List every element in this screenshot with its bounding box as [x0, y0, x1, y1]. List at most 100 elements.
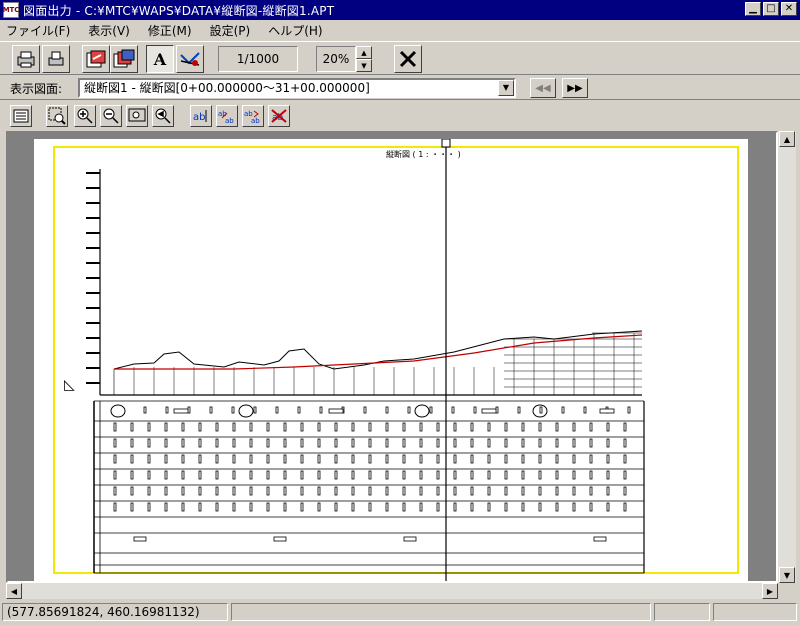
ledger-cell: [209, 406, 213, 414]
ledger-cell: [198, 470, 202, 480]
ledger-cell: [249, 422, 253, 432]
ledger-cell: [249, 438, 253, 448]
text-replace-button[interactable]: ab ab: [242, 105, 264, 127]
zoom-out-icon: [103, 108, 119, 124]
view-select-bar: 表示図面: 縦断図1 - 縦断図[0+00.000000～31+00.00000…: [0, 76, 800, 100]
next-drawing-button[interactable]: ▶▶: [562, 78, 588, 98]
ledger-cell: [504, 486, 508, 496]
vertical-scrollbar[interactable]: ▲ ▼: [778, 131, 796, 583]
close-button[interactable]: ✕: [781, 2, 797, 16]
ledger-cell: [130, 422, 134, 432]
ledger-cell: [453, 486, 457, 496]
scroll-down-icon[interactable]: ▼: [779, 567, 795, 583]
zoom-field[interactable]: 20%: [316, 46, 356, 72]
menu-settings[interactable]: 設定(P): [210, 22, 251, 39]
ledger-cell: [403, 536, 417, 542]
ledger-cell: [147, 502, 151, 512]
zoom-in-icon: [77, 108, 93, 124]
title-bar[interactable]: MTC 図面出力 - C:¥MTC¥WAPS¥DATA¥縦断図-縦断図1.APT…: [0, 0, 800, 20]
ledger-cell: [300, 502, 304, 512]
ledger-cell: [266, 422, 270, 432]
chevron-down-icon[interactable]: ▼: [498, 80, 514, 96]
export-all-button[interactable]: [110, 45, 138, 73]
layer-icon: [180, 52, 200, 66]
ledger-cell: [130, 454, 134, 464]
zoom-fit-button[interactable]: [126, 105, 148, 127]
print-preview-button[interactable]: [42, 45, 70, 73]
ledger-cell: [300, 486, 304, 496]
ledger-cell: [283, 470, 287, 480]
zoom-down-icon[interactable]: ▼: [356, 59, 372, 72]
zoom-fit-icon: [128, 108, 146, 122]
text-edit-button[interactable]: ab: [190, 105, 212, 127]
zoom-stepper[interactable]: ▲ ▼: [356, 46, 372, 72]
print-icon: [17, 51, 35, 68]
ledger-cell: [589, 502, 593, 512]
ledger-cell: [402, 438, 406, 448]
ledger-cell: [317, 422, 321, 432]
cursor-marker-icon[interactable]: [441, 139, 451, 148]
menu-help[interactable]: ヘルプ(H): [268, 22, 322, 39]
drawing-viewport[interactable]: 縦断図 ( 1 : ・・・ ) ◺: [6, 131, 778, 583]
ledger-cell: [504, 502, 508, 512]
ledger-cell: [572, 454, 576, 464]
ledger-cell: [215, 422, 219, 432]
ledger-cell: [606, 438, 610, 448]
ledger-cell: [402, 486, 406, 496]
scroll-up-icon[interactable]: ▲: [779, 131, 795, 147]
view-select[interactable]: 縦断図1 - 縦断図[0+00.000000～31+00.000000] ▼: [78, 78, 516, 98]
ledger-cell: [402, 470, 406, 480]
zoom-prev-button[interactable]: [152, 105, 174, 127]
layer-button[interactable]: [176, 45, 204, 73]
maximize-icon: □: [766, 3, 776, 14]
maximize-button[interactable]: □: [763, 2, 779, 16]
ledger-cell: [521, 438, 525, 448]
layout-button[interactable]: [10, 105, 32, 127]
data-table: [93, 400, 645, 574]
ledger-cell: [147, 454, 151, 464]
drawing-paper: 縦断図 ( 1 : ・・・ ) ◺: [34, 139, 748, 581]
ledger-cell: [266, 486, 270, 496]
text-delete-icon: ab: [271, 109, 287, 123]
print-button[interactable]: [12, 45, 40, 73]
ledger-cell: [555, 502, 559, 512]
ledger-cell: [198, 486, 202, 496]
cancel-button[interactable]: [394, 45, 422, 73]
text-delete-button[interactable]: ab: [268, 105, 290, 127]
zoom-in-button[interactable]: [74, 105, 96, 127]
ledger-cell: [473, 406, 477, 414]
ledger-cell: [521, 486, 525, 496]
ledger-cell: [283, 422, 287, 432]
station-marker: [414, 404, 430, 418]
ledger-cell: [181, 422, 185, 432]
scroll-left-icon[interactable]: ◀: [6, 583, 22, 599]
ledger-cell: [317, 486, 321, 496]
ledger-cell: [113, 422, 117, 432]
horizontal-scrollbar[interactable]: ◀ ▶: [6, 583, 778, 599]
ledger-cell: [215, 438, 219, 448]
text-button[interactable]: A: [146, 45, 174, 73]
menu-view[interactable]: 表示(V): [88, 22, 130, 39]
export-button[interactable]: [82, 45, 110, 73]
minimize-button[interactable]: ▁: [745, 2, 761, 16]
ledger-cell: [555, 422, 559, 432]
menu-file[interactable]: ファイル(F): [6, 22, 70, 39]
drawing-title: 縦断図 ( 1 : ・・・ ): [386, 149, 461, 159]
zoom-out-button[interactable]: [100, 105, 122, 127]
ledger-cell: [300, 438, 304, 448]
ledger-cell: [385, 406, 389, 414]
ledger-cell: [555, 486, 559, 496]
ledger-cell: [283, 502, 287, 512]
text-move-button[interactable]: ab ab: [216, 105, 238, 127]
menu-edit[interactable]: 修正(M): [148, 22, 192, 39]
scroll-right-icon[interactable]: ▶: [762, 583, 778, 599]
zoom-up-icon[interactable]: ▲: [356, 46, 372, 59]
ledger-cell: [368, 438, 372, 448]
ledger-cell: [334, 470, 338, 480]
close-icon: ✕: [784, 3, 794, 14]
ledger-cell: [300, 422, 304, 432]
zoom-window-button[interactable]: [46, 105, 68, 127]
prev-drawing-button[interactable]: ◀◀: [530, 78, 556, 98]
ledger-cell: [113, 470, 117, 480]
ledger-cell: [253, 406, 257, 414]
